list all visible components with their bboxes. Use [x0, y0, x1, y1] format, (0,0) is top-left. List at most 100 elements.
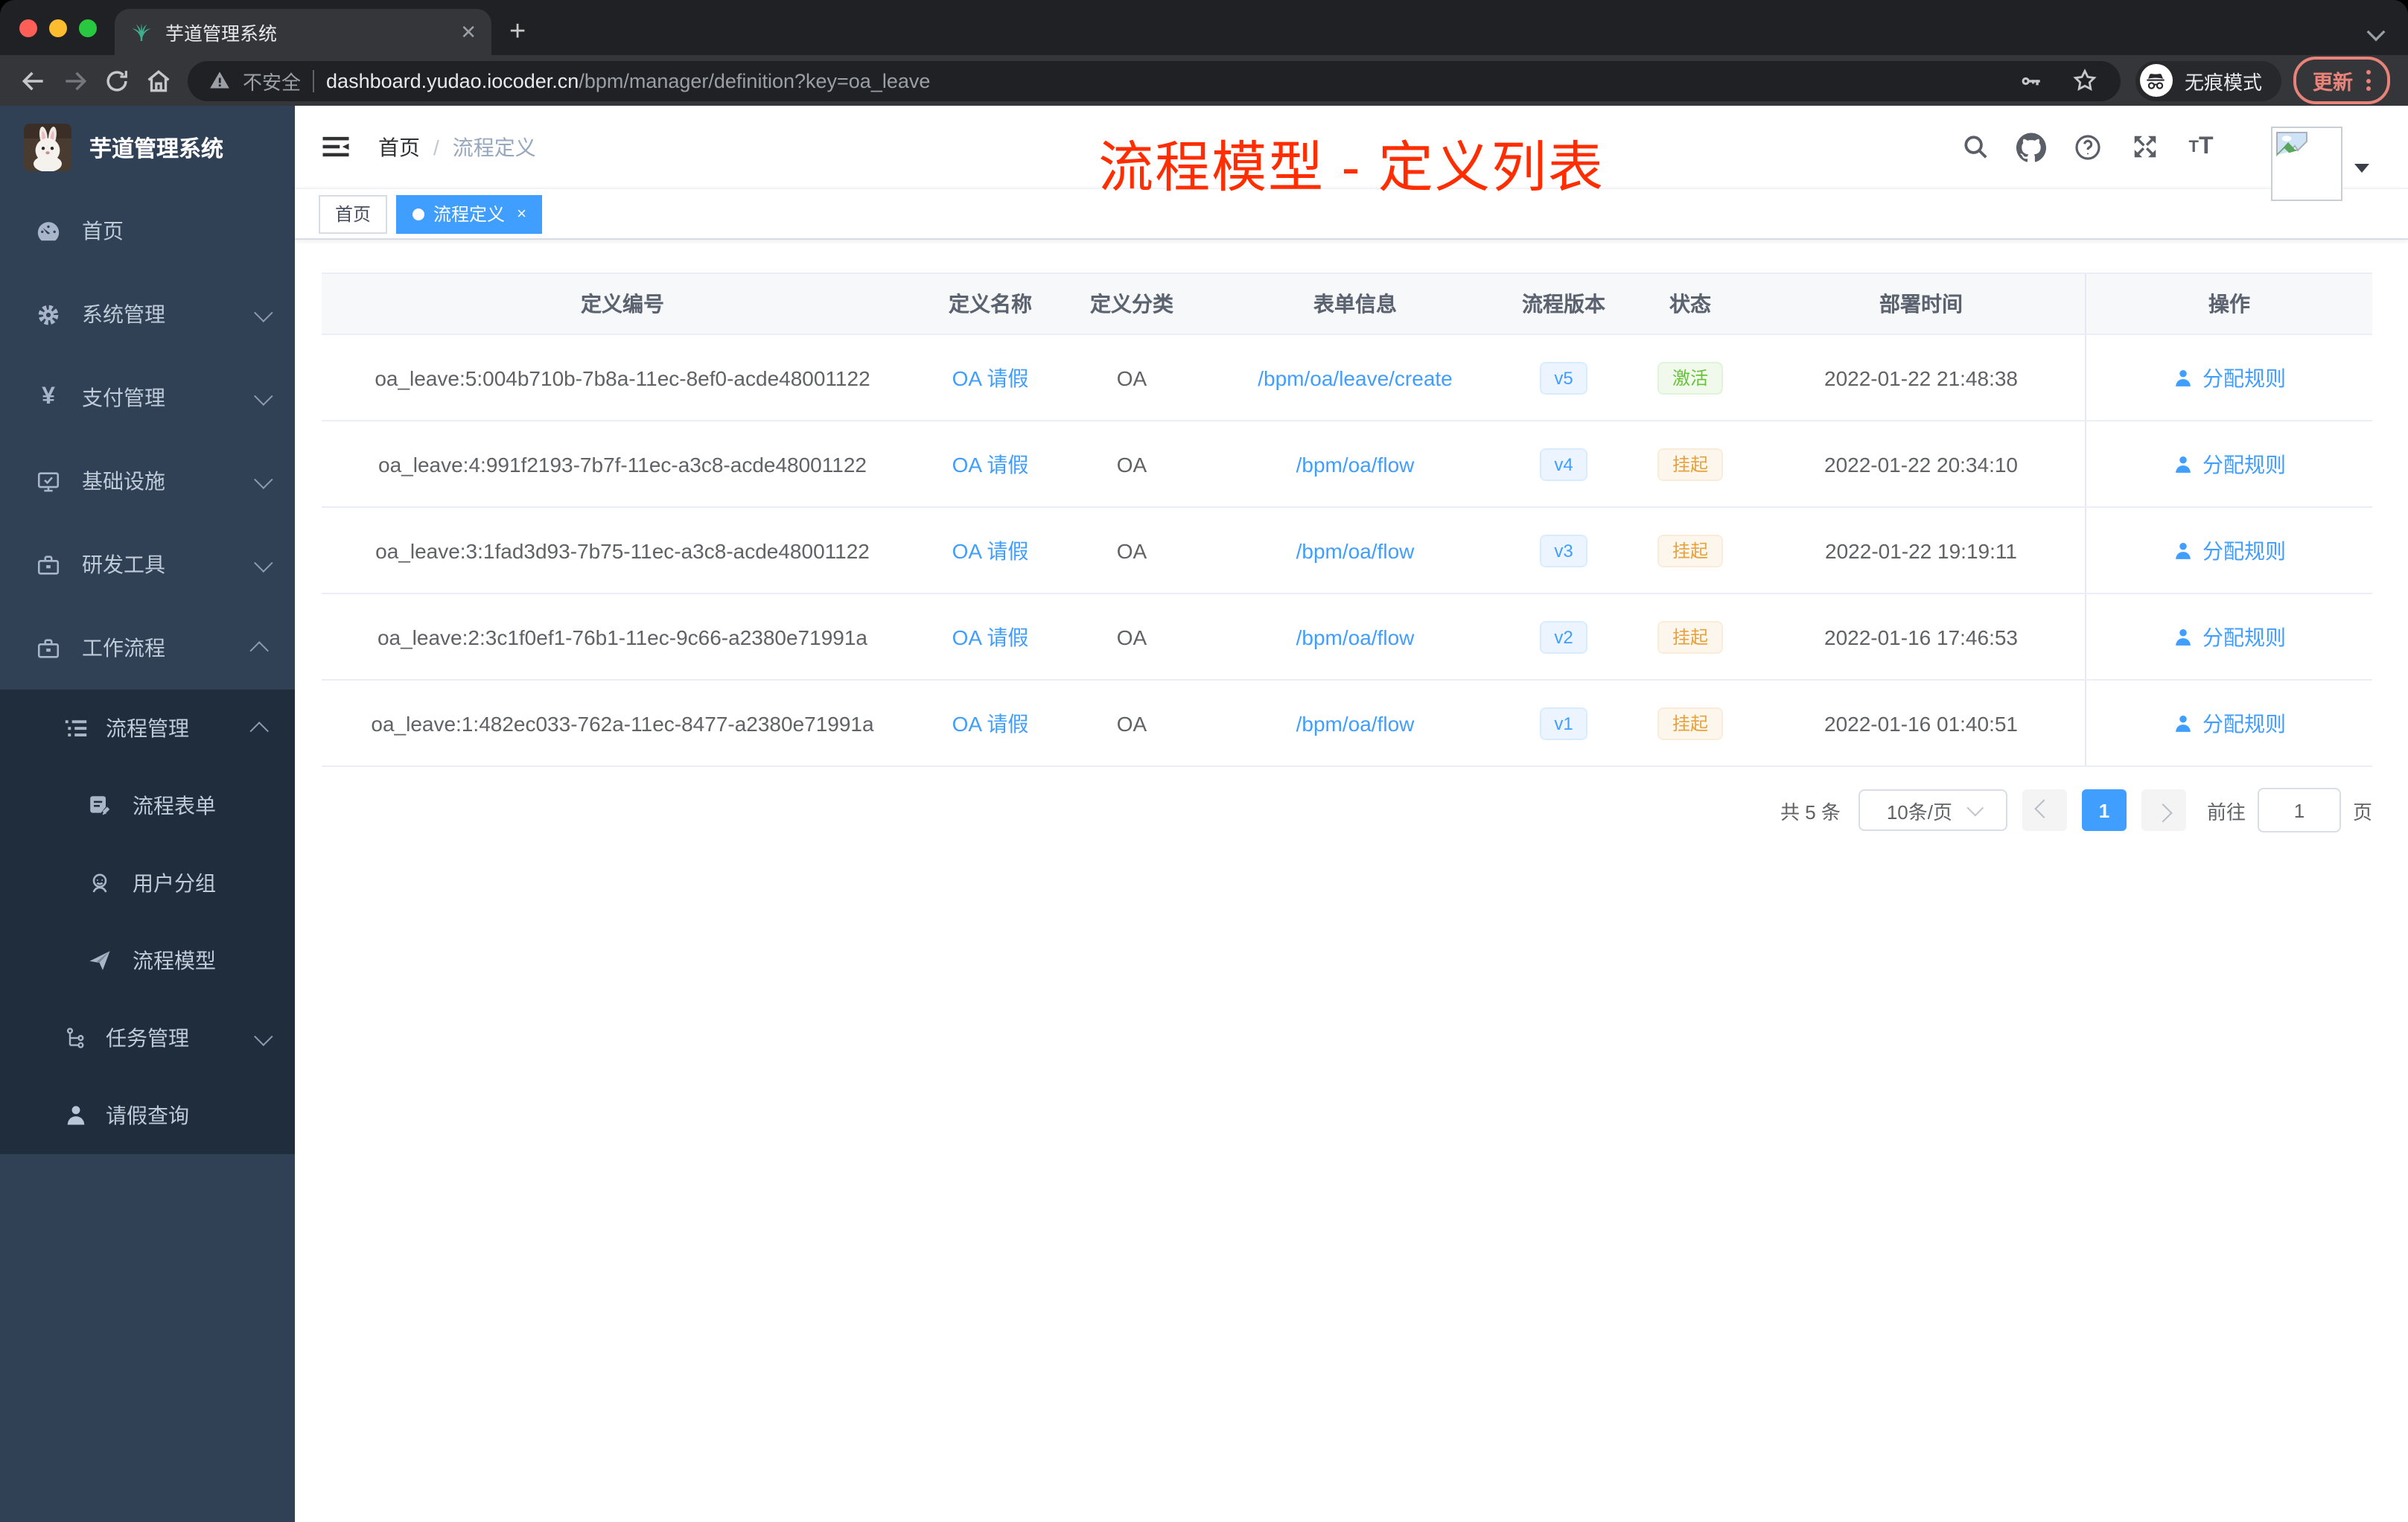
- sidebar-item-payment[interactable]: ¥ 支付管理: [0, 356, 295, 439]
- search-icon[interactable]: [1958, 130, 1991, 163]
- definition-name-link[interactable]: OA 请假: [952, 708, 1029, 738]
- tab-search-chevron-icon[interactable]: [2366, 22, 2386, 42]
- avatar[interactable]: [2271, 127, 2342, 201]
- tag-home[interactable]: 首页: [319, 194, 388, 233]
- new-tab-button[interactable]: +: [509, 18, 526, 46]
- form-link[interactable]: /bpm/oa/flow: [1296, 538, 1415, 562]
- browser-toolbar: 不安全 dashboard.yudao.iocoder.cn/bpm/manag…: [0, 55, 2408, 106]
- active-dot-icon: [413, 208, 425, 220]
- sidebar-item-system[interactable]: 系统管理: [0, 273, 295, 356]
- browser-tab[interactable]: 芋道管理系统 ✕: [115, 9, 491, 55]
- breadcrumb: 首页 / 流程定义: [378, 132, 536, 162]
- close-window-button[interactable]: [19, 19, 37, 37]
- table-row: oa_leave:3:1fad3d93-7b75-11ec-a3c8-acde4…: [322, 508, 2372, 594]
- current-page-button[interactable]: 1: [2081, 789, 2127, 831]
- home-button[interactable]: [137, 60, 179, 101]
- browser-update-button[interactable]: 更新: [2293, 57, 2390, 104]
- tree-list-icon: [63, 716, 88, 740]
- url-bar[interactable]: 不安全 dashboard.yudao.iocoder.cn/bpm/manag…: [188, 60, 2121, 101]
- assign-rule-link[interactable]: 分配规则: [2173, 622, 2286, 652]
- tag-process-definition[interactable]: 流程定义 ×: [396, 194, 543, 233]
- help-icon[interactable]: [2071, 130, 2104, 163]
- version-badge: v5: [1539, 361, 1588, 394]
- github-icon[interactable]: [2015, 130, 2048, 163]
- assign-rule-link[interactable]: 分配规则: [2173, 449, 2286, 479]
- column-header: 部署时间: [1879, 292, 1963, 316]
- status-badge: 激活: [1657, 361, 1723, 394]
- sidebar-item-process-form[interactable]: 流程表单: [0, 767, 295, 844]
- sidebar-item-user-group[interactable]: 用户分组: [0, 844, 295, 922]
- user-icon: [2176, 541, 2191, 558]
- deploy-time: 2022-01-16 17:46:53: [1824, 625, 2018, 649]
- sidebar-logo[interactable]: 芋道管理系统: [0, 106, 295, 189]
- sidebar-item-label: 支付管理: [82, 386, 165, 410]
- chevron-left-icon: [2035, 798, 2054, 818]
- sidebar-item-process-management[interactable]: 流程管理: [0, 690, 295, 767]
- sidebar-item-process-model[interactable]: 流程模型: [0, 922, 295, 999]
- form-link[interactable]: /bpm/oa/flow: [1296, 711, 1415, 735]
- sidebar-item-label: 流程表单: [133, 794, 216, 818]
- back-button[interactable]: [12, 60, 54, 101]
- form-link[interactable]: /bpm/oa/flow: [1296, 625, 1415, 649]
- definition-name-link[interactable]: OA 请假: [952, 363, 1029, 392]
- sidebar-item-leave-query[interactable]: 请假查询: [0, 1077, 295, 1154]
- deploy-time: 2022-01-22 21:48:38: [1824, 366, 2018, 389]
- sidebar-item-workflow[interactable]: 工作流程: [0, 606, 295, 690]
- sidebar-item-label: 流程管理: [106, 716, 189, 740]
- user-icon: [2176, 714, 2191, 731]
- sidebar-item-infrastructure[interactable]: 基础设施: [0, 439, 295, 523]
- page-size-select[interactable]: 10条/页: [1858, 789, 2007, 831]
- form-link[interactable]: /bpm/oa/flow: [1296, 452, 1415, 476]
- assign-rule-link[interactable]: 分配规则: [2173, 708, 2286, 738]
- version-badge: v4: [1539, 448, 1588, 480]
- browser-tab-strip: 芋道管理系统 ✕ +: [0, 0, 2408, 55]
- sidebar-item-task-management[interactable]: 任务管理: [0, 999, 295, 1077]
- tag-close-icon[interactable]: ×: [517, 205, 526, 223]
- table-row: oa_leave:2:3c1f0ef1-76b1-11ec-9c66-a2380…: [322, 594, 2372, 681]
- sidebar-toggle-icon[interactable]: [319, 130, 351, 163]
- browser-menu-dots-icon[interactable]: [2366, 70, 2371, 91]
- definition-name-link[interactable]: OA 请假: [952, 622, 1029, 652]
- bookmark-star-icon[interactable]: [2064, 60, 2106, 101]
- url-divider: [313, 69, 315, 92]
- goto-page-input[interactable]: [2257, 788, 2341, 832]
- toolbox-icon: [36, 552, 61, 577]
- tab-close-icon[interactable]: ✕: [460, 22, 477, 42]
- avatar-caret-icon[interactable]: [2354, 164, 2369, 173]
- sidebar-item-label: 任务管理: [106, 1026, 189, 1050]
- breadcrumb-separator: /: [433, 135, 439, 159]
- zoom-window-button[interactable]: [79, 19, 97, 37]
- assign-rule-link[interactable]: 分配规则: [2173, 535, 2286, 565]
- form-link[interactable]: /bpm/oa/leave/create: [1258, 366, 1453, 389]
- next-page-button[interactable]: [2141, 789, 2186, 831]
- briefcase-icon: [36, 635, 61, 660]
- status-badge: 挂起: [1657, 534, 1723, 567]
- incognito-badge: 无痕模式: [2135, 60, 2281, 101]
- deploy-time: 2022-01-16 01:40:51: [1824, 711, 2018, 735]
- browser-window: 芋道管理系统 ✕ + 不安全 dashboard.yudao.iocoder.c…: [0, 0, 2408, 1522]
- prev-page-button[interactable]: [2022, 789, 2067, 831]
- gear-icon: [36, 302, 61, 327]
- definition-name-link[interactable]: OA 请假: [952, 449, 1029, 479]
- fullscreen-icon[interactable]: [2128, 130, 2161, 163]
- font-size-icon[interactable]: TT: [2185, 130, 2217, 163]
- table-row: oa_leave:1:482ec033-762a-11ec-8477-a2380…: [322, 681, 2372, 767]
- password-key-icon[interactable]: [2010, 60, 2052, 101]
- annotation-title: 流程模型 - 定义列表: [1098, 137, 1605, 198]
- breadcrumb-home-link[interactable]: 首页: [378, 132, 420, 162]
- minimize-window-button[interactable]: [49, 19, 67, 37]
- column-header: 表单信息: [1313, 292, 1397, 316]
- person-icon: [63, 1104, 88, 1127]
- sidebar-item-dev-tools[interactable]: 研发工具: [0, 523, 295, 606]
- total-count: 共 5 条: [1780, 800, 1841, 823]
- definition-name-link[interactable]: OA 请假: [952, 535, 1029, 565]
- window-controls[interactable]: [19, 19, 97, 37]
- version-badge: v3: [1539, 534, 1588, 567]
- reload-button[interactable]: [95, 60, 137, 101]
- assign-rule-link[interactable]: 分配规则: [2173, 363, 2286, 392]
- version-badge: v1: [1539, 707, 1588, 739]
- sidebar-item-home[interactable]: 首页: [0, 189, 295, 273]
- page-size-value: 10条/页: [1886, 800, 1952, 823]
- tab-title: 芋道管理系统: [165, 24, 278, 45]
- forward-button[interactable]: [54, 60, 95, 101]
